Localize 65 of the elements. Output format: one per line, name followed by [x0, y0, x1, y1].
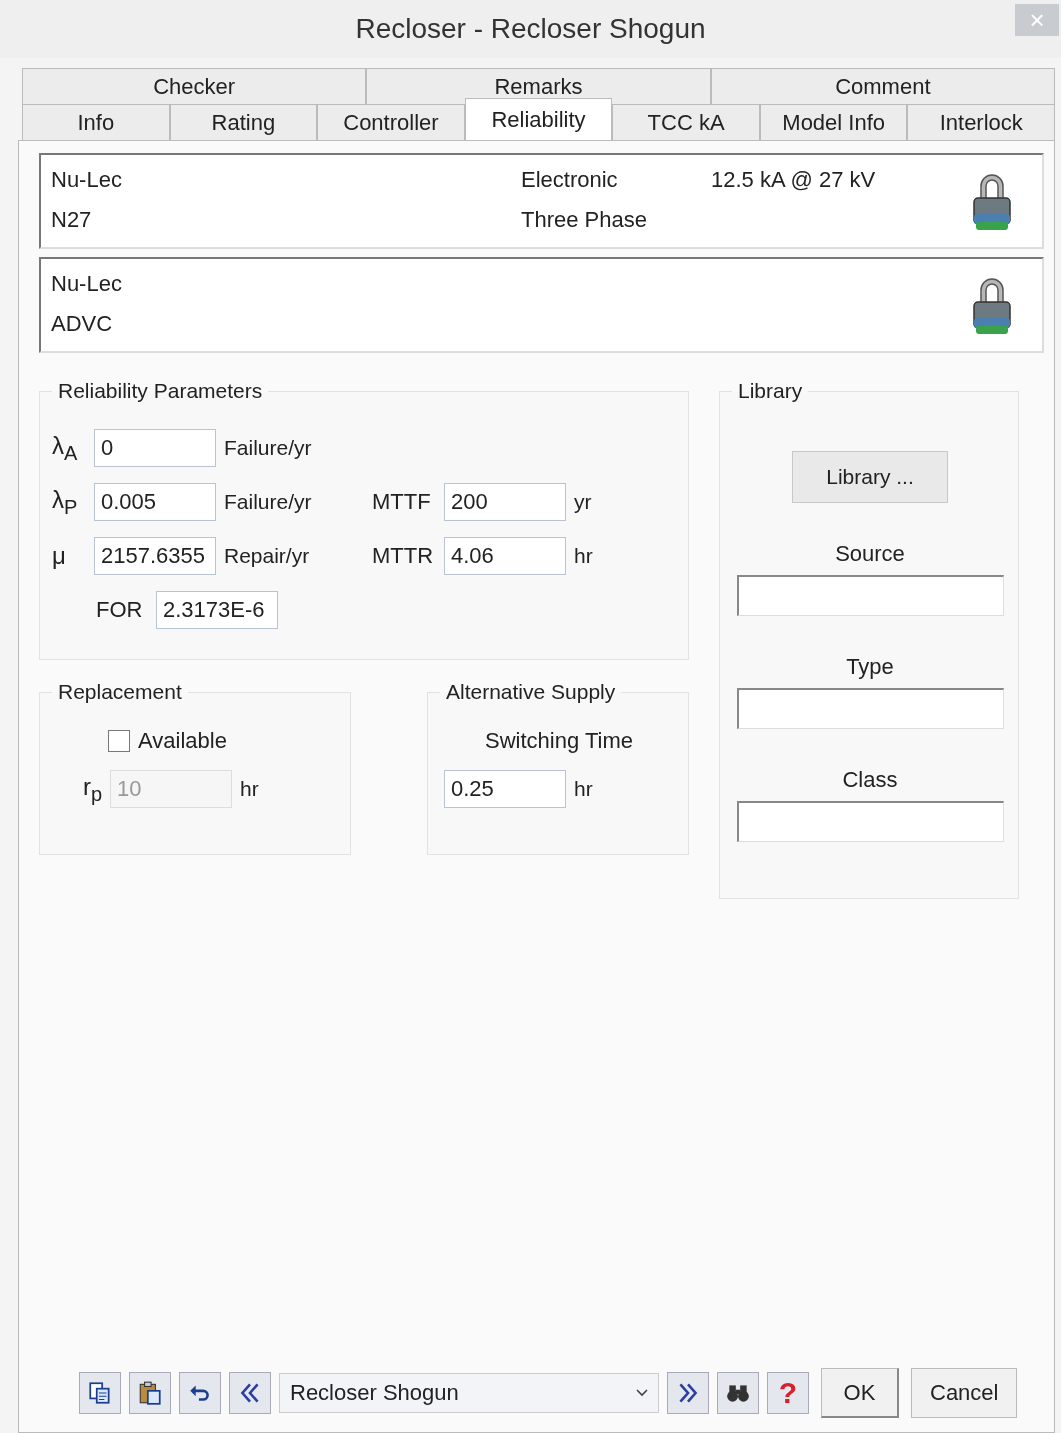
- group-title: Replacement: [57, 680, 183, 704]
- device-text: ADVC: [51, 311, 114, 337]
- clipboard-icon: [137, 1380, 163, 1406]
- input-field[interactable]: 2157.6355: [94, 537, 216, 575]
- field-label: Type: [846, 654, 894, 680]
- unit-label: hr: [574, 544, 593, 568]
- window-title: Recloser - Recloser Shogun: [355, 13, 706, 45]
- caret-icon: [636, 1389, 648, 1397]
- cancel-button[interactable]: Cancel: [911, 1368, 1018, 1418]
- tab[interactable]: Rating: [169, 104, 318, 140]
- symbol-label: λ$_{P}$: [52, 485, 79, 519]
- field-label: Source: [835, 541, 905, 567]
- unit-label: Failure/yr: [224, 436, 313, 460]
- input-field[interactable]: 0.25: [444, 770, 566, 808]
- undo-button[interactable]: [179, 1372, 221, 1414]
- input-field[interactable]: 0.005: [94, 483, 216, 521]
- previous-button[interactable]: [229, 1372, 271, 1414]
- paste-button[interactable]: [129, 1372, 171, 1414]
- group-title: Library: [737, 379, 804, 403]
- tab[interactable]: Comment: [710, 68, 1055, 104]
- help-button[interactable]: ?: [767, 1372, 809, 1414]
- field-label: Class: [842, 767, 898, 793]
- group-title: Reliability Parameters: [57, 379, 264, 403]
- input-field[interactable]: 4.06: [444, 537, 566, 575]
- group-title: Alternative Supply: [445, 680, 617, 704]
- input-field[interactable]: [736, 801, 1004, 842]
- tab[interactable]: TCC kA: [612, 104, 760, 140]
- tab[interactable]: Model Info: [759, 104, 908, 140]
- checkbox-label: Available: [138, 728, 227, 754]
- device-text: Electronic: [521, 167, 619, 193]
- field-label: MTTF: [372, 489, 432, 515]
- record-dropdown[interactable]: Recloser Shogun: [279, 1373, 659, 1413]
- tab[interactable]: Info: [22, 104, 170, 140]
- copy-button[interactable]: [79, 1372, 121, 1414]
- tab[interactable]: Interlock: [907, 104, 1056, 140]
- device-text: Nu-Lec: [51, 271, 123, 297]
- library-button[interactable]: Library ...: [792, 451, 948, 503]
- input-field[interactable]: [736, 688, 1004, 729]
- symbol-label: r$_{p}$: [81, 772, 102, 806]
- tab[interactable]: Checker: [22, 68, 367, 104]
- field-label: MTTR: [372, 543, 435, 569]
- input-field[interactable]: 2.3173E-6: [156, 591, 278, 629]
- device-text: N27: [51, 207, 93, 233]
- symbol-label: μ: [52, 542, 67, 570]
- rating-text: 12.5 kA @ 27 kV: [711, 167, 877, 193]
- tab[interactable]: Remarks: [366, 68, 711, 104]
- input-field[interactable]: 0: [94, 429, 216, 467]
- tab[interactable]: Reliability: [464, 98, 613, 140]
- unit-label: hr: [240, 777, 260, 801]
- tab[interactable]: Controller: [317, 104, 465, 140]
- input-field[interactable]: [736, 575, 1004, 616]
- unit-label: Repair/yr: [224, 544, 311, 568]
- next-button[interactable]: [667, 1372, 709, 1414]
- unit-label: Failure/yr: [224, 490, 313, 514]
- field-label: Switching Time: [484, 728, 634, 754]
- symbol-label: λ$_{A}$: [52, 431, 79, 465]
- find-button[interactable]: [717, 1372, 759, 1414]
- unit-label: yr: [574, 490, 592, 514]
- field-label: FOR: [96, 597, 144, 623]
- unit-label: hr: [574, 777, 594, 801]
- input-field[interactable]: 200: [444, 483, 566, 521]
- ok-button[interactable]: OK: [821, 1368, 899, 1418]
- device-text: Nu-Lec: [51, 167, 123, 193]
- device-text: Three Phase: [521, 207, 648, 233]
- copy-icon: [87, 1380, 113, 1406]
